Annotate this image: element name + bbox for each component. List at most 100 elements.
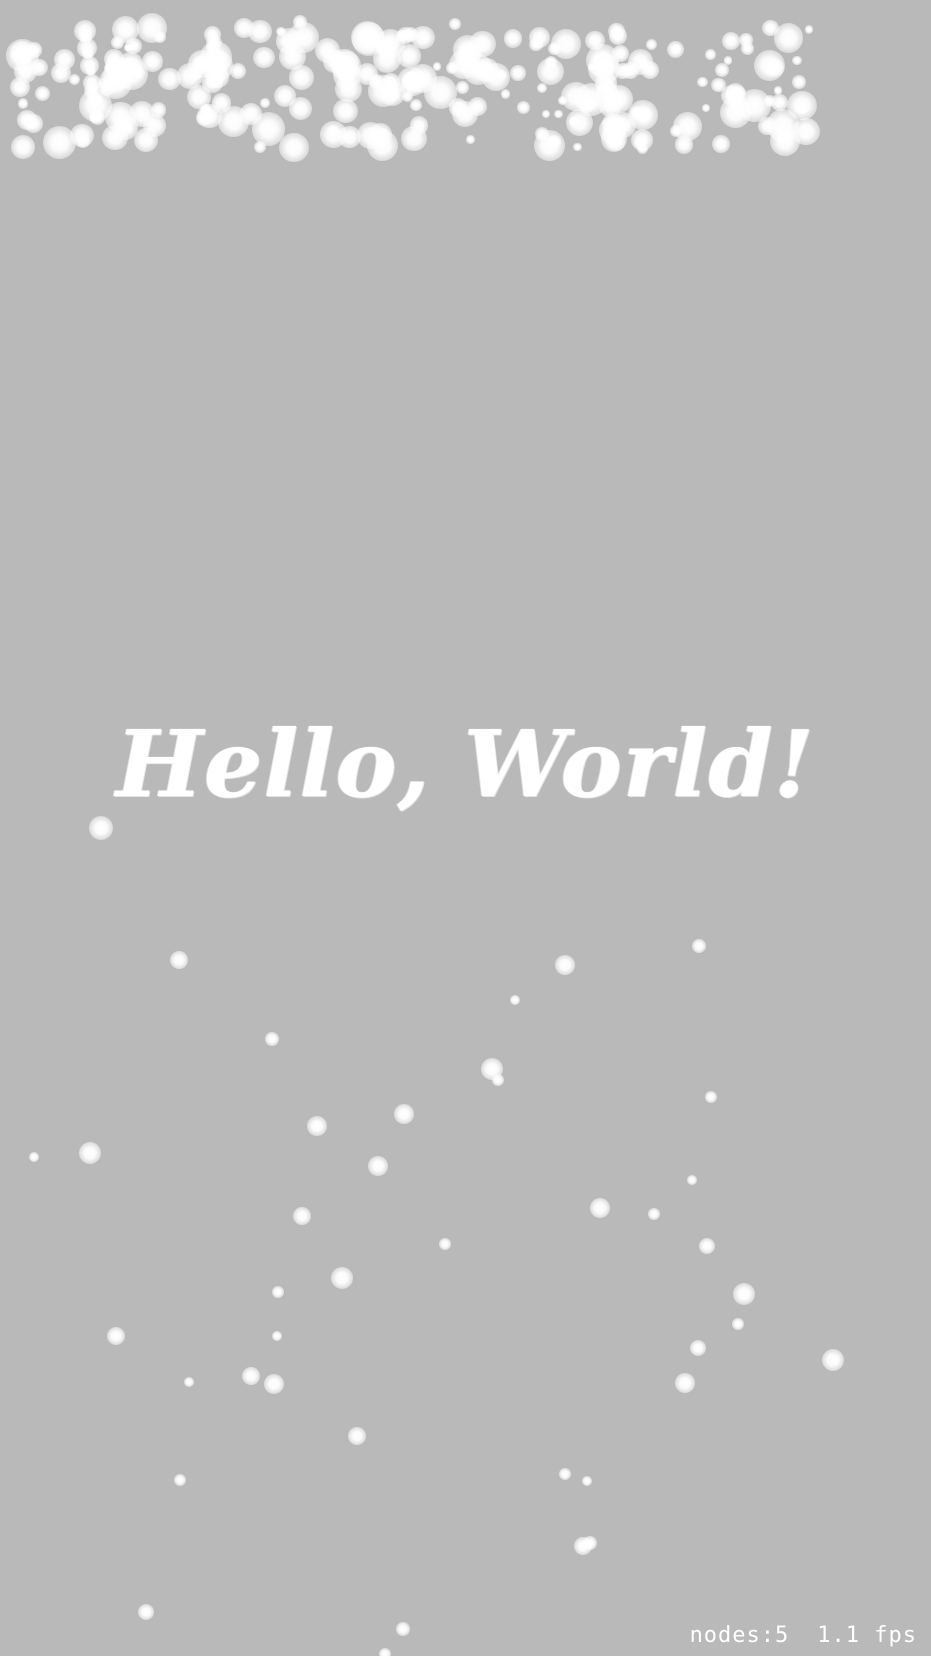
snow-particle: [699, 1238, 715, 1254]
snow-particle: [583, 1536, 597, 1550]
snow-particle: [408, 64, 438, 93]
node-count-label: nodes:5: [689, 1623, 790, 1648]
snow-particle: [410, 99, 422, 112]
snow-particle: [754, 49, 786, 81]
snow-particle: [628, 49, 654, 75]
snow-particle: [615, 63, 632, 79]
snow-particle: [773, 23, 803, 53]
snow-particle: [118, 51, 144, 77]
snow-particle: [379, 1648, 391, 1656]
snow-particle: [554, 110, 563, 119]
debug-stats-overlay: nodes:5 1.1 fps: [690, 1623, 917, 1648]
snow-particle: [272, 1331, 282, 1341]
snow-particle: [667, 41, 685, 59]
snow-particle: [714, 62, 729, 78]
snow-particle: [264, 1374, 284, 1394]
snow-particle: [721, 31, 741, 51]
snow-particle: [467, 96, 488, 116]
snow-particle: [394, 1104, 414, 1124]
snow-particle: [634, 137, 646, 149]
snow-particle: [610, 112, 637, 139]
snow-particle: [184, 1377, 194, 1387]
snow-particle: [75, 133, 90, 149]
snow-particle: [555, 955, 575, 975]
snow-particle: [138, 1604, 154, 1620]
hello-world-label: Hello, World!: [115, 710, 816, 818]
snow-particle: [559, 1468, 571, 1480]
snow-particle: [293, 15, 307, 29]
game-scene[interactable]: Hello, World! nodes:5 1.1 fps: [0, 0, 931, 1656]
snow-particle: [791, 75, 806, 90]
snow-particle: [557, 96, 567, 106]
snow-particle: [396, 1622, 410, 1636]
snow-particle: [792, 55, 802, 66]
snow-particle: [740, 42, 754, 55]
snow-particle: [692, 939, 706, 953]
snow-particle: [89, 816, 113, 840]
snow-particle: [466, 135, 475, 144]
snow-particle: [537, 57, 565, 86]
snow-particle: [551, 29, 582, 60]
snow-particle: [275, 27, 302, 54]
snow-particle: [697, 76, 708, 87]
snow-particle: [107, 1327, 125, 1345]
fps-label: 1.1 fps: [817, 1623, 917, 1648]
snow-particle: [395, 30, 408, 42]
snow-particle: [690, 1340, 706, 1356]
snow-particle: [492, 1074, 504, 1086]
snow-particle: [409, 115, 429, 135]
snow-particle: [54, 48, 76, 70]
snow-particle: [500, 89, 510, 99]
snow-particle: [548, 134, 562, 148]
snow-particle: [279, 132, 309, 162]
snow-particle: [510, 995, 520, 1005]
snow-particle: [561, 81, 591, 111]
snow-particle: [331, 1267, 353, 1289]
snow-particle: [612, 44, 630, 62]
snow-particle: [23, 114, 43, 134]
snow-particle: [89, 109, 105, 125]
snow-particle: [35, 85, 51, 102]
snow-particle: [733, 1283, 755, 1305]
snow-particle: [702, 103, 711, 112]
snow-particle: [205, 42, 218, 55]
snow-particle: [322, 49, 347, 73]
snow-particle: [449, 18, 461, 30]
snow-particle: [648, 1208, 660, 1220]
snow-particle: [379, 80, 406, 107]
snow-particle: [187, 85, 211, 109]
snow-particle: [582, 1476, 592, 1486]
snow-particle: [153, 30, 166, 43]
snow-particle: [503, 29, 523, 48]
snow-particle: [288, 96, 312, 120]
snow-particle: [17, 98, 29, 109]
snow-particle: [242, 1367, 260, 1385]
snow-particle: [373, 44, 402, 73]
snow-particle: [516, 101, 530, 115]
snow-particle: [333, 98, 359, 124]
snow-particle: [804, 25, 814, 35]
snow-particle: [732, 1318, 744, 1330]
snow-particle: [711, 134, 730, 153]
snow-particle: [10, 135, 36, 160]
snow-particle: [201, 50, 234, 82]
snow-particle: [675, 1373, 695, 1393]
snow-particle: [411, 25, 436, 50]
snow-particle: [289, 64, 315, 90]
snow-particle: [822, 1349, 844, 1371]
snow-particle: [456, 81, 469, 94]
snow-particle: [272, 1286, 284, 1298]
snow-particle: [79, 1142, 101, 1164]
snow-particle: [368, 1156, 388, 1176]
snow-particle: [777, 130, 792, 144]
snow-particle: [68, 73, 80, 85]
snow-particle: [673, 112, 703, 142]
snow-particle: [510, 65, 526, 82]
snow-particle: [348, 1427, 366, 1445]
snow-particle: [704, 48, 717, 61]
snow-particle: [687, 1175, 697, 1185]
snow-particle: [259, 98, 270, 108]
snow-particle: [607, 22, 625, 40]
snow-particle: [29, 1152, 39, 1162]
snow-particle: [307, 1116, 327, 1136]
